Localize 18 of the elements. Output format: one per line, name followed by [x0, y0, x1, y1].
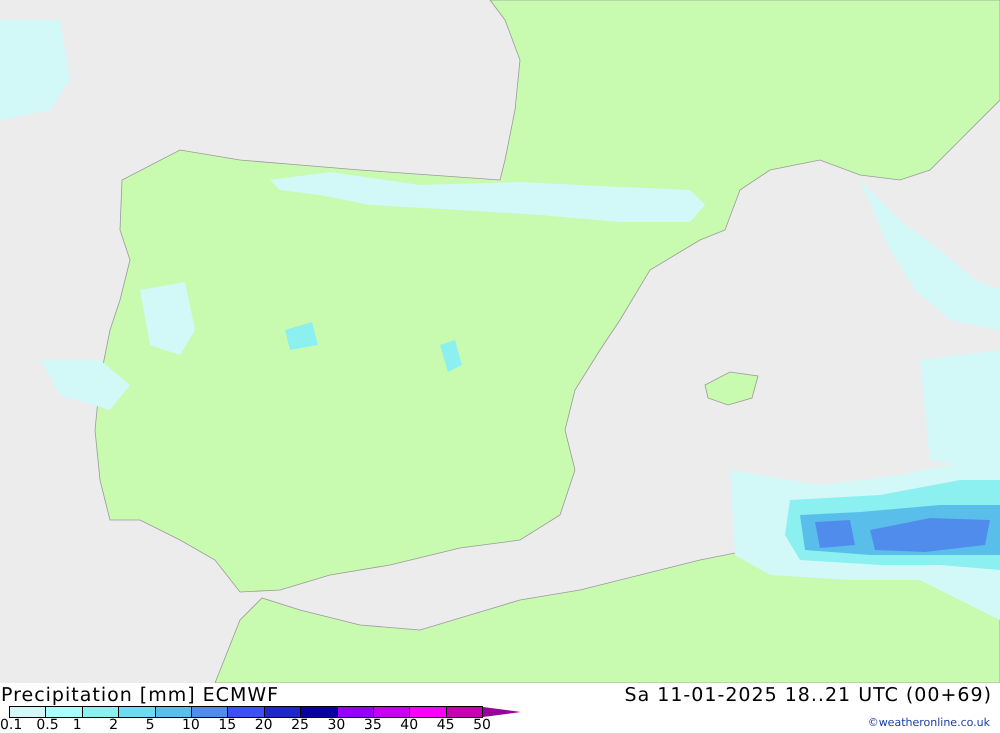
- scale-label: 45: [436, 718, 456, 733]
- scale-label: 10: [182, 718, 201, 733]
- copyright-link[interactable]: ©weatheronline.co.uk: [868, 716, 990, 729]
- scale-label: 1: [72, 718, 83, 733]
- scale-label: 40: [400, 718, 420, 733]
- scale-label: 20: [254, 718, 274, 733]
- map-title: Precipitation [mm] ECMWF: [1, 684, 280, 706]
- scale-label: 0.1: [0, 718, 24, 733]
- scale-label: 25: [291, 718, 310, 733]
- scale-label: 5: [146, 718, 156, 733]
- scale-label: 35: [364, 718, 383, 733]
- valid-time: Sa 11-01-2025 18..21 UTC (00+69): [624, 684, 992, 706]
- scale-label: 0.5: [36, 718, 60, 733]
- scale-label: 30: [328, 718, 346, 733]
- scale-label: 50: [473, 718, 492, 733]
- scale-arrow-icon: [483, 707, 522, 717]
- scale-label: 15: [218, 718, 238, 733]
- scale-label: 2: [109, 718, 120, 733]
